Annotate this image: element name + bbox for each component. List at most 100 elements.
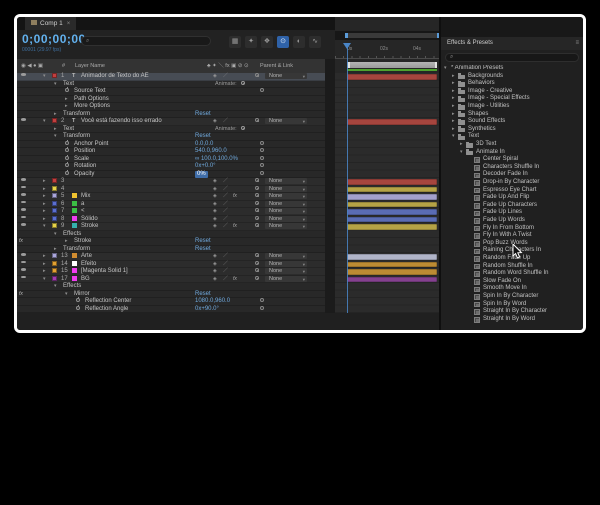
draft-switch-icon[interactable]: ／ — [223, 178, 228, 186]
layer-name[interactable]: Arte — [81, 253, 92, 261]
twirl-icon[interactable]: ▾ — [43, 118, 46, 126]
label-color-chip[interactable] — [52, 276, 57, 281]
property-row[interactable]: Position540.0,960.0 — [17, 148, 325, 156]
quality-switch-icon[interactable]: ◈ — [213, 276, 217, 284]
twirl-icon[interactable]: ▸ — [452, 126, 455, 134]
quality-switch-icon[interactable]: ◈ — [213, 216, 217, 224]
playhead-line[interactable] — [347, 43, 348, 313]
property-group-row[interactable]: ▾Effects — [17, 283, 325, 291]
layer-duration-bar[interactable] — [347, 277, 437, 283]
layer-duration-bar[interactable] — [347, 262, 437, 268]
parent-link-dropdown[interactable]: None▾ — [265, 216, 307, 222]
visibility-eye-toggle[interactable] — [21, 178, 26, 181]
stopwatch-icon[interactable] — [65, 171, 69, 175]
label-color-chip[interactable] — [52, 193, 57, 198]
draft-switch-icon[interactable]: ／ — [223, 193, 228, 201]
layer-row[interactable]: ▾9Stroke◈／fxNone▾ — [17, 223, 325, 231]
property-value[interactable]: Reset — [195, 246, 211, 254]
layer-row[interactable]: ▸6a◈／None▾ — [17, 201, 325, 209]
property-value[interactable]: 1080.0,960.0 — [195, 298, 230, 306]
add-keyframe-button[interactable] — [260, 171, 264, 175]
twirl-icon[interactable]: ▸ — [43, 208, 46, 216]
time-navigator[interactable] — [335, 31, 439, 40]
solid-color-swatch[interactable] — [72, 193, 77, 198]
solid-color-swatch[interactable] — [72, 223, 77, 228]
quality-switch-icon[interactable]: ◈ — [213, 223, 217, 231]
layer-row[interactable]: ▸15[Magenta Solid 1]◈／None▾ — [17, 268, 325, 276]
parent-pickwhip-icon[interactable] — [255, 73, 259, 77]
add-keyframe-button[interactable] — [260, 88, 264, 92]
visibility-eye-toggle[interactable] — [21, 186, 26, 189]
layer-name[interactable]: [Magenta Solid 1] — [81, 268, 128, 276]
property-value[interactable]: 0x+90.0° — [195, 306, 219, 314]
stopwatch-icon[interactable] — [76, 306, 80, 310]
layer-row[interactable]: ▾2TVocê está fazendo isso errado◈／None▾ — [17, 118, 325, 126]
panel-menu-icon[interactable]: ≡ — [575, 37, 579, 50]
preset-item[interactable]: Fade Up Characters — [441, 202, 583, 210]
preset-item[interactable]: Espresso Eye Chart — [441, 187, 583, 195]
twirl-icon[interactable]: ▾ — [54, 133, 57, 141]
twirl-icon[interactable]: ▸ — [452, 80, 455, 88]
twirl-icon[interactable]: ▸ — [54, 246, 57, 254]
property-label[interactable]: Stroke — [74, 238, 91, 246]
property-label[interactable]: Path Options — [74, 96, 109, 104]
label-color-chip[interactable] — [52, 186, 57, 191]
label-color-chip[interactable] — [52, 268, 57, 273]
twirl-icon[interactable]: ▸ — [43, 253, 46, 261]
parent-pickwhip-icon[interactable] — [255, 193, 259, 197]
visibility-eye-toggle[interactable] — [21, 193, 26, 196]
parent-link-header[interactable]: Parent & Link — [260, 59, 293, 73]
preset-folder[interactable]: ▸Sound Effects — [441, 118, 583, 126]
preset-folder[interactable]: ▾Animate In — [441, 149, 583, 157]
twirl-icon[interactable]: ▸ — [452, 103, 455, 111]
twirl-icon[interactable]: ▾ — [43, 73, 46, 81]
twirl-icon[interactable]: ▸ — [65, 238, 68, 246]
twirl-icon[interactable]: ▸ — [54, 126, 57, 134]
playhead-handle[interactable] — [343, 43, 351, 49]
twirl-icon[interactable]: ▾ — [65, 291, 68, 299]
twirl-icon[interactable]: ▸ — [43, 201, 46, 209]
solid-color-swatch[interactable] — [72, 201, 77, 206]
add-keyframe-button[interactable] — [260, 148, 264, 152]
preset-folder[interactable]: ▸Backgrounds — [441, 73, 583, 81]
property-group-row[interactable]: fx▸StrokeReset — [17, 238, 325, 246]
property-row[interactable]: Source Text — [17, 88, 325, 96]
draft-switch-icon[interactable]: ／ — [223, 186, 228, 194]
draft-switch-icon[interactable]: ／ — [223, 276, 228, 284]
property-label[interactable]: Text — [63, 81, 74, 89]
twirl-icon[interactable]: ▸ — [460, 141, 463, 149]
label-color-chip[interactable] — [52, 118, 57, 123]
twirl-icon[interactable]: ▸ — [452, 111, 455, 119]
preset-item[interactable]: Fade Up Lines — [441, 209, 583, 217]
parent-pickwhip-icon[interactable] — [255, 201, 259, 205]
quality-switch-icon[interactable]: ◈ — [213, 268, 217, 276]
layer-name-header[interactable]: Layer Name — [75, 59, 105, 73]
stopwatch-icon[interactable] — [65, 148, 69, 152]
property-group-row[interactable]: ▸TextAnimate: — [17, 126, 325, 134]
add-keyframe-button[interactable] — [260, 163, 264, 167]
property-label[interactable]: Effects — [63, 231, 81, 239]
property-group-row[interactable]: ▾TransformReset — [17, 133, 325, 141]
effects-presets-title-bar[interactable]: Effects & Presets ≡ — [441, 37, 583, 50]
property-row[interactable]: Reflection Center1080.0,960.0 — [17, 298, 325, 306]
parent-link-dropdown[interactable]: None▾ — [265, 193, 307, 199]
property-value[interactable]: Reset — [195, 291, 211, 299]
property-value[interactable]: 540.0,960.0 — [195, 148, 227, 156]
preset-item[interactable]: Decoder Fade In — [441, 171, 583, 179]
layer-row[interactable]: ▸8Sólido◈／None▾ — [17, 216, 325, 224]
parent-pickwhip-icon[interactable] — [255, 118, 259, 122]
layer-row[interactable]: ▸3◈／None▾ — [17, 178, 325, 186]
preset-item[interactable]: Fade Up Words — [441, 217, 583, 225]
property-value[interactable]: 0% — [195, 171, 208, 179]
property-group-row[interactable]: ▾Effects — [17, 231, 325, 239]
effects-switch-icon[interactable]: fx — [233, 276, 237, 284]
draft-switch-icon[interactable]: ／ — [223, 253, 228, 261]
parent-link-dropdown[interactable]: None▾ — [265, 178, 307, 184]
draft-switch-icon[interactable]: ／ — [223, 118, 228, 126]
parent-link-dropdown[interactable]: None▾ — [265, 268, 307, 274]
draft-3d-icon[interactable]: ✦ — [245, 36, 257, 48]
label-color-chip[interactable] — [52, 208, 57, 213]
preset-item[interactable]: Straight In By Character — [441, 308, 583, 316]
parent-link-dropdown[interactable]: None▾ — [265, 201, 307, 207]
timeline-search-field[interactable]: ⌕ — [81, 36, 211, 46]
